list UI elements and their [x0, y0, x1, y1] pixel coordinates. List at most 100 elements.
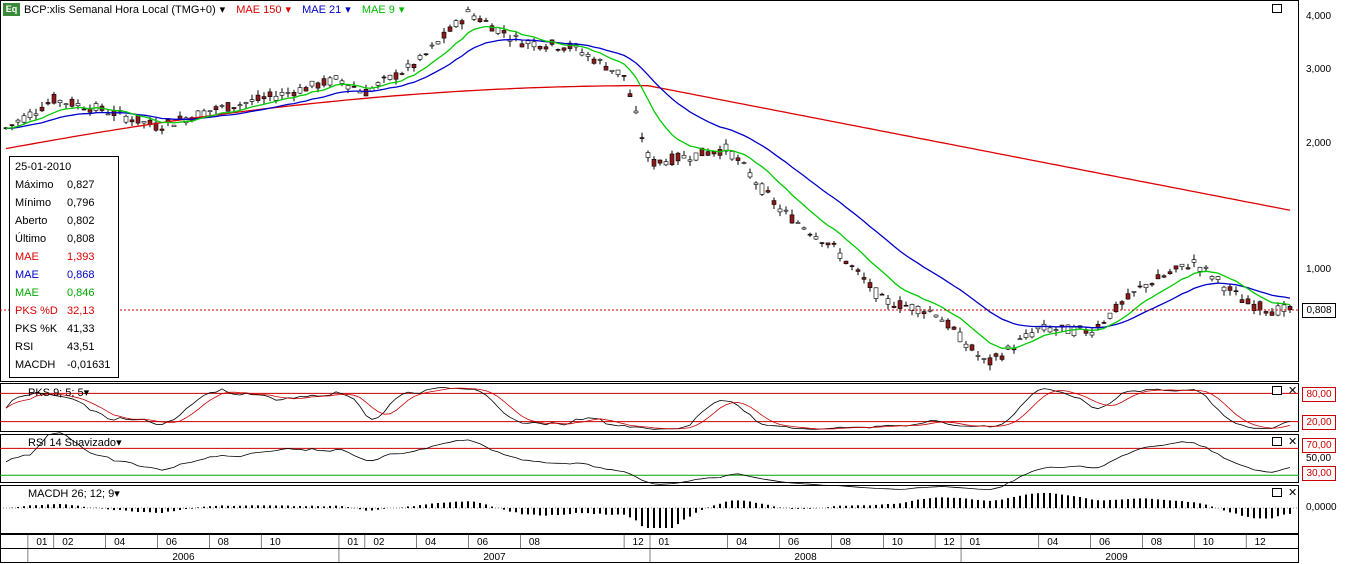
- last-price-label: 0,808: [1302, 303, 1336, 318]
- mae150-line: [5, 85, 1291, 211]
- candle-body: [273, 95, 279, 101]
- candle-body: [627, 93, 633, 97]
- macd-panel-title[interactable]: MACDH 26; 12; 9▾: [28, 487, 120, 500]
- candle-body: [747, 172, 753, 178]
- candle-body: [243, 102, 249, 104]
- candle-body: [141, 121, 147, 124]
- candle-body: [1041, 324, 1047, 331]
- candle-body: [987, 357, 993, 366]
- info-label: PKS %K: [15, 323, 58, 335]
- candle-body: [51, 93, 57, 104]
- candle-body: [381, 76, 387, 79]
- rsi-panel-title[interactable]: RSI 14 Suavizado▾: [28, 436, 122, 449]
- pks-panel-title[interactable]: PKS 9; 5; 5▾: [28, 386, 89, 399]
- close-macd-icon[interactable]: ✕: [1288, 488, 1297, 499]
- candle-body: [69, 98, 75, 107]
- candle-body: [903, 304, 909, 307]
- candle-body: [1203, 266, 1209, 269]
- mae150-legend[interactable]: MAE 150 ▾: [236, 4, 295, 16]
- candle-body: [1107, 312, 1113, 319]
- candle-body: [339, 80, 345, 84]
- mae9-legend[interactable]: MAE 9 ▾: [362, 4, 409, 16]
- mae21-legend[interactable]: MAE 21 ▾: [302, 4, 355, 16]
- candle-body: [45, 102, 51, 105]
- month-label: 12: [1254, 537, 1266, 548]
- candle-body: [585, 54, 591, 57]
- month-label: 06: [165, 537, 178, 548]
- rsi-level-70: 70,00: [1302, 438, 1336, 453]
- rsi-level-30: 30,00: [1302, 466, 1336, 481]
- candle-body: [837, 252, 843, 259]
- candle-body: [759, 183, 765, 195]
- maximize-rsi-icon[interactable]: [1272, 437, 1282, 446]
- candle-body: [1029, 332, 1035, 338]
- month-label: 08: [839, 537, 851, 548]
- candle-body: [303, 87, 309, 92]
- chart-canvas: [0, 0, 1299, 563]
- candle-body: [897, 300, 903, 309]
- candle-body: [639, 137, 645, 139]
- candle-body: [123, 115, 129, 123]
- info-label: MAE: [15, 287, 39, 299]
- candle-body: [1023, 333, 1029, 338]
- candle-body: [1143, 284, 1149, 288]
- rsi-level-50: 50,00: [1306, 453, 1332, 464]
- info-value: 32,13: [67, 305, 95, 317]
- candle-body: [771, 200, 777, 205]
- candle-body: [867, 282, 873, 289]
- candle-body: [933, 314, 939, 318]
- candle-body: [885, 298, 891, 305]
- chart-header: BCP:xlis Semanal Hora Local (TMG+0) ▾ MAE…: [24, 2, 412, 18]
- month-label: 10: [269, 537, 281, 548]
- rsi-line: [5, 432, 1291, 491]
- candle-body: [1131, 291, 1137, 293]
- candle-body: [291, 92, 297, 97]
- candle-body: [651, 159, 657, 167]
- info-value: 0,868: [67, 269, 95, 281]
- candle-body: [237, 104, 243, 106]
- pks-level-20: 20,00: [1302, 415, 1336, 430]
- candle-body: [255, 94, 261, 101]
- candle-body: [93, 103, 99, 111]
- candle-body: [945, 319, 951, 329]
- candle-body: [231, 107, 237, 110]
- info-value: 0,796: [67, 197, 95, 209]
- candle-body: [1089, 332, 1095, 336]
- maximize-pks-icon[interactable]: [1272, 386, 1282, 395]
- candle-body: [351, 85, 357, 88]
- maximize-main-icon[interactable]: [1272, 4, 1282, 13]
- candle-body: [423, 53, 429, 56]
- info-label: MAE: [15, 251, 39, 263]
- maximize-macd-icon[interactable]: [1272, 488, 1282, 497]
- candle-body: [435, 41, 441, 45]
- month-label: 04: [114, 537, 126, 548]
- candle-body: [531, 41, 537, 48]
- close-pks-icon[interactable]: ✕: [1288, 386, 1297, 397]
- candle-body: [873, 287, 879, 299]
- month-label: 02: [373, 537, 385, 548]
- candle-body: [993, 353, 999, 357]
- close-rsi-icon[interactable]: ✕: [1288, 437, 1297, 448]
- year-label: 2007: [483, 552, 506, 563]
- candle-body: [1215, 276, 1221, 280]
- info-label: Mínimo: [15, 197, 52, 209]
- info-label: Último: [15, 233, 47, 245]
- candle-body: [63, 103, 69, 106]
- month-label: 01: [969, 537, 981, 548]
- candle-body: [1227, 286, 1233, 291]
- candle-body: [711, 151, 717, 155]
- candle-body: [1179, 263, 1185, 268]
- candle-body: [819, 242, 825, 244]
- candle-body: [1167, 271, 1173, 274]
- candle-body: [1197, 267, 1203, 272]
- candle-body: [501, 30, 507, 34]
- price-tick-4000: 4,000: [1306, 11, 1332, 22]
- month-label: 08: [1150, 537, 1163, 548]
- candle-body: [591, 58, 597, 64]
- candle-body: [363, 89, 369, 97]
- candle-body: [21, 115, 27, 123]
- candle-body: [807, 233, 813, 236]
- pks-level-80: 80,00: [1302, 387, 1336, 402]
- symbol-title[interactable]: BCP:xlis Semanal Hora Local (TMG+0) ▾: [24, 4, 229, 16]
- month-label: 04: [425, 537, 437, 548]
